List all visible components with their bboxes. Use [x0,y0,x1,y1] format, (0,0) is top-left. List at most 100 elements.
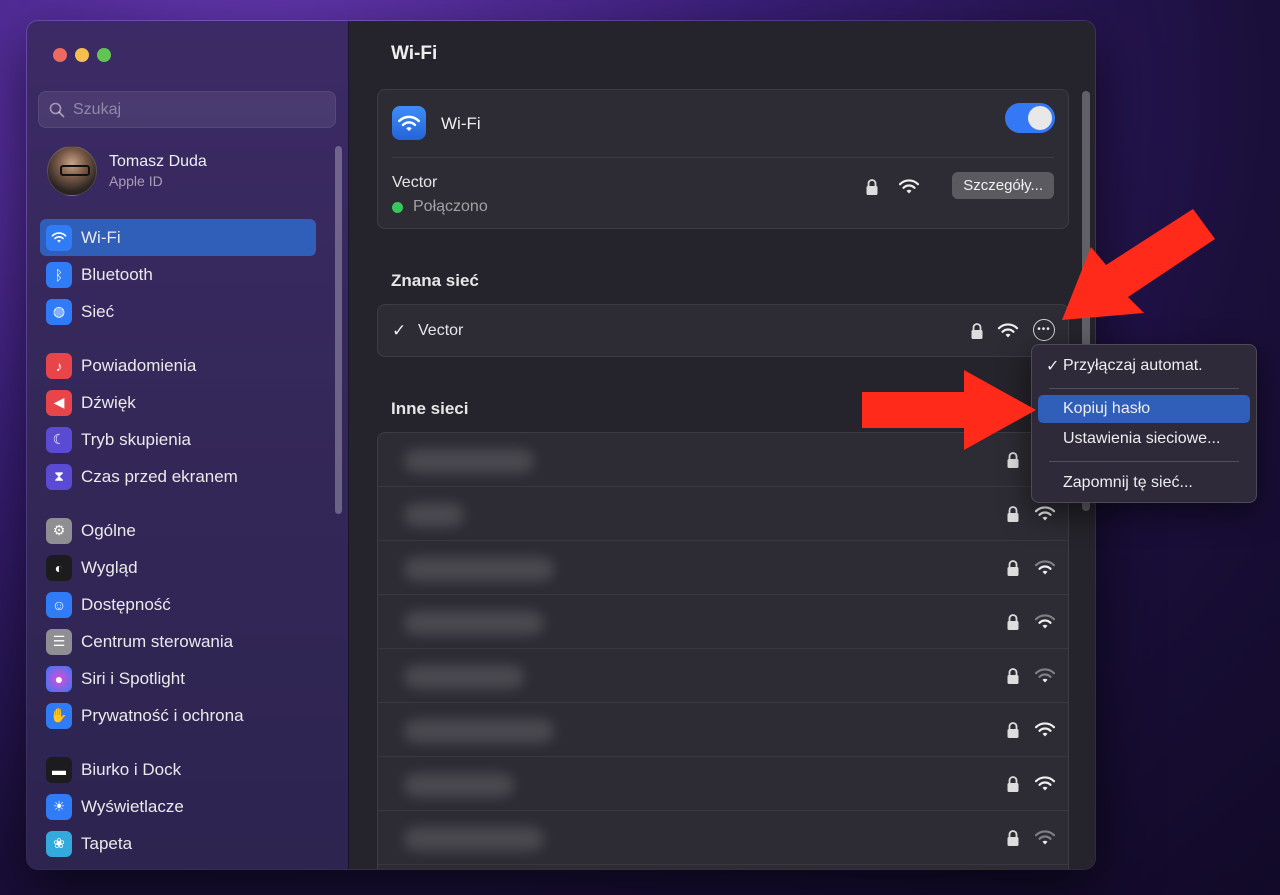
blurred-network-name [404,773,514,797]
minimize-button[interactable] [75,48,89,62]
network-row-blurred[interactable] [378,703,1068,757]
lock-icon [1007,722,1019,738]
annotation-arrow-to-copy-password [862,370,1036,450]
sidebar-item-label: Ogólne [81,520,136,540]
blurred-network-name [404,665,524,689]
accessibility-icon: ☺ [46,591,72,618]
search-box[interactable] [38,91,336,128]
lock-icon [1007,776,1019,792]
sidebar-item-bluetooth[interactable]: ᛒ Bluetooth [40,256,316,293]
wifi-icon [46,224,72,251]
bluetooth-icon: ᛒ [46,261,72,288]
menu-item-label: Zapomnij tę sieć... [1063,474,1193,491]
sidebar-item-label: Tryb skupienia [81,429,191,449]
sidebar-item-wifi[interactable]: Wi-Fi [40,219,316,256]
menu-item-label: Ustawienia sieciowe... [1063,430,1221,447]
menu-item-network-settings[interactable]: Ustawienia sieciowe... [1038,425,1250,453]
sidebar-item-label: Powiadomienia [81,355,197,375]
gear-icon: ⚙ [46,517,72,544]
more-options-button[interactable]: ••• [1033,319,1055,341]
sidebar-item-notifications[interactable]: ♪ Powiadomienia [40,347,316,384]
sidebar-item-wallpaper[interactable]: ❀ Tapeta [40,825,316,862]
speaker-icon: ◀ [46,389,72,416]
moon-icon: ☾ [46,426,72,453]
blurred-network-name [404,503,464,527]
menu-item-auto-join[interactable]: ✓ Przyłączaj automat. [1038,352,1250,380]
page-title: Wi-Fi [391,43,438,64]
wifi-toggle-label: Wi-Fi [441,114,481,133]
status-text: Połączono [413,198,488,215]
network-row-blurred[interactable] [378,595,1068,649]
blurred-network-name [404,827,544,851]
flower-icon: ❀ [46,830,72,857]
menu-item-label: Kopiuj hasło [1063,400,1151,417]
wifi-signal-icon [1034,776,1056,791]
close-button[interactable] [53,48,67,62]
blurred-network-name [404,449,534,473]
lock-icon [1007,668,1019,684]
details-button[interactable]: Szczegóły... [952,172,1054,199]
network-row-blurred[interactable] [378,487,1068,541]
sidebar-item-control-center[interactable]: ☰ Centrum sterowania [40,623,316,660]
lock-icon [1007,506,1019,522]
network-row-blurred[interactable] [378,541,1068,595]
network-context-menu: ✓ Przyłączaj automat. Kopiuj hasło Ustaw… [1031,344,1257,503]
apple-id-user[interactable]: Tomasz Duda Apple ID [47,146,207,196]
blurred-network-name [404,557,554,581]
sidebar-item-accessibility[interactable]: ☺ Dostępność [40,586,316,623]
sidebar-scrollbar[interactable] [335,146,342,514]
siri-icon: ● [46,665,72,692]
bell-icon: ♪ [46,352,72,379]
sidebar-item-label: Sieć [81,301,115,321]
search-icon [49,102,65,117]
search-input[interactable] [73,100,313,119]
lock-icon [1007,560,1019,576]
menu-item-copy-password[interactable]: Kopiuj hasło [1038,395,1250,423]
network-row-blurred[interactable] [378,649,1068,703]
known-network-title: Znana sieć [391,271,479,290]
wifi-signal-icon [1034,722,1056,737]
sidebar-item-displays[interactable]: ☀ Wyświetlacze [40,788,316,825]
network-row-blurred[interactable] [378,757,1068,811]
sidebar-item-label: Biurko i Dock [81,759,182,779]
appearance-icon: ◐ [46,554,72,581]
sidebar-item-appearance[interactable]: ◐ Wygląd [40,549,316,586]
sidebar-item-label: Dostępność [81,594,171,614]
globe-icon: ◍ [46,298,72,325]
menu-item-label: Przyłączaj automat. [1063,357,1203,374]
wifi-signal-icon [898,179,920,194]
hourglass-icon: ⧗ [46,463,72,490]
sidebar-item-focus[interactable]: ☾ Tryb skupienia [40,421,316,458]
wifi-signal-icon [1034,614,1056,629]
sidebar-item-screen-time[interactable]: ⧗ Czas przed ekranem [40,458,316,495]
current-network-name: Vector [392,174,438,191]
wifi-signal-icon [1034,560,1056,575]
avatar [47,146,97,196]
blurred-network-name [404,719,554,743]
sidebar-item-network[interactable]: ◍ Sieć [40,293,316,330]
sidebar-item-label: Tapeta [81,833,133,853]
sidebar-item-desktop-dock[interactable]: ▬ Biurko i Dock [40,751,316,788]
sidebar-item-label: Prywatność i ochrona [81,705,244,725]
sidebar-nav: Wi-Fi ᛒ Bluetooth ◍ Sieć ♪ Powiadomienia… [40,219,316,862]
wifi-signal-icon [1034,506,1056,521]
sidebar-item-label: Wyświetlacze [81,796,184,816]
wifi-toggle[interactable] [1005,103,1055,133]
network-row-blurred[interactable] [378,811,1068,865]
other-networks-title: Inne sieci [391,399,469,418]
dock-icon: ▬ [46,756,72,783]
sidebar-item-privacy[interactable]: ✋ Prywatność i ochrona [40,697,316,734]
sidebar-item-general[interactable]: ⚙ Ogólne [40,512,316,549]
lock-icon [971,323,983,339]
sun-icon: ☀ [46,793,72,820]
known-network-row[interactable]: ✓ Vector ••• [377,304,1069,357]
menu-item-forget-network[interactable]: Zapomnij tę sieć... [1038,469,1250,497]
wifi-app-icon [392,106,426,140]
sidebar-item-siri[interactable]: ● Siri i Spotlight [40,660,316,697]
blurred-network-name [404,611,544,635]
wifi-signal-icon [1034,830,1056,845]
zoom-button[interactable] [97,48,111,62]
sidebar-item-sound[interactable]: ◀ Dźwięk [40,384,316,421]
window-controls [53,48,111,62]
user-subtitle: Apple ID [109,173,163,189]
